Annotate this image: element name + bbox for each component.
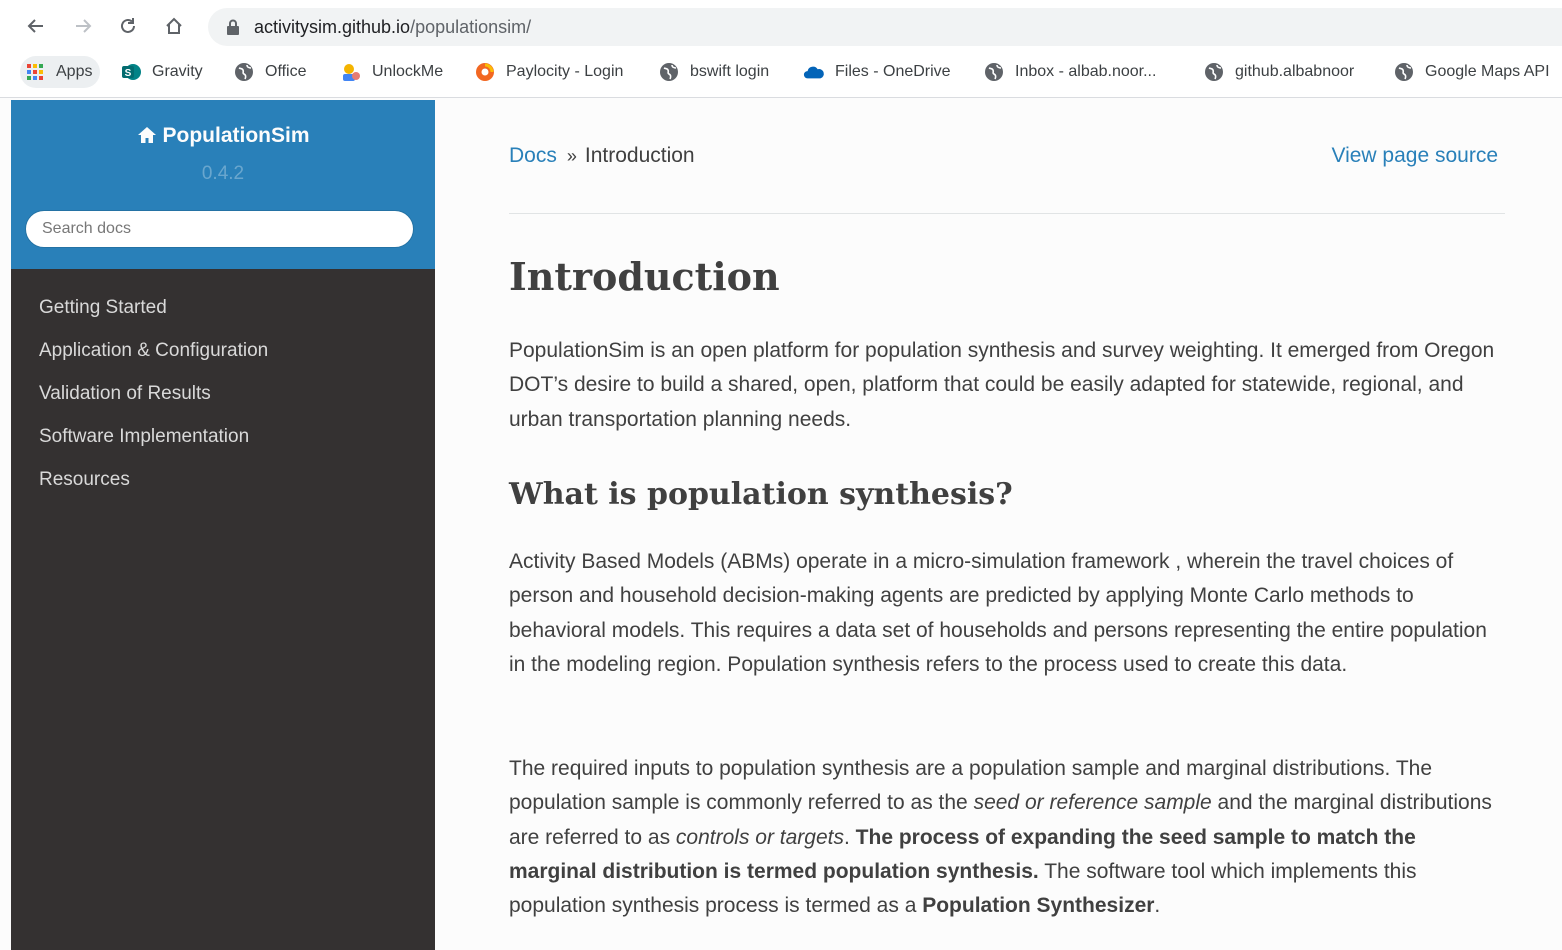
paylocity-icon (474, 61, 496, 83)
emphasis-controls-targets: controls or targets (675, 825, 844, 849)
breadcrumb-separator: » (566, 146, 577, 166)
globe-icon (983, 61, 1005, 83)
bookmark-label: UnlockMe (372, 63, 444, 80)
home-icon[interactable] (160, 12, 188, 40)
sidebar-header: PopulationSim 0.4.2 (11, 100, 435, 269)
sharepoint-icon: S (120, 61, 142, 83)
breadcrumb-docs-link[interactable]: Docs (509, 144, 557, 167)
bookmark-bswift[interactable]: bswift login (658, 56, 769, 88)
bookmark-label: bswift login (690, 63, 770, 80)
divider (509, 213, 1505, 214)
address-bar[interactable]: activitysim.github.io/populationsim/ (208, 8, 1562, 46)
text-run: . (844, 825, 856, 849)
globe-icon (658, 61, 680, 83)
project-home-link[interactable]: PopulationSim (11, 124, 435, 148)
back-arrow-icon[interactable] (22, 12, 50, 40)
globe-icon (233, 61, 255, 83)
project-version: 0.4.2 (201, 163, 245, 184)
search-docs-input[interactable] (25, 210, 414, 248)
emphasis-seed-sample: seed or reference sample (973, 791, 1212, 815)
intro-paragraph: PopulationSim is an open platform for po… (509, 339, 1495, 431)
globe-icon (1393, 61, 1415, 83)
bookmark-label: Google Maps API (1425, 63, 1550, 80)
onedrive-cloud-icon (803, 61, 825, 83)
reload-icon[interactable] (114, 12, 142, 40)
page-title: Introduction (509, 254, 780, 299)
bookmark-label: github.albabnoor (1235, 63, 1355, 80)
bookmark-onedrive[interactable]: Files - OneDrive (803, 56, 951, 88)
browser-toolbar: activitysim.github.io/populationsim/ (0, 0, 1562, 52)
home-icon (137, 124, 157, 148)
url-path: /populationsim/ (410, 16, 532, 37)
view-page-source-link[interactable]: View page source (1331, 144, 1498, 168)
unlockme-icon (340, 61, 362, 83)
sidebar-item-getting-started[interactable]: Getting Started (11, 286, 435, 329)
apps-grid-icon (24, 61, 46, 83)
bookmark-label: Files - OneDrive (835, 63, 951, 80)
bookmark-label: Office (265, 63, 307, 80)
bookmark-inbox[interactable]: Inbox - albab.noor... (983, 56, 1156, 88)
bookmark-office[interactable]: Office (233, 56, 307, 88)
bookmark-apps[interactable]: Apps (20, 56, 101, 88)
sidebar-menu: Getting Started Application & Configurat… (11, 286, 435, 501)
sidebar-item-validation-of-results[interactable]: Validation of Results (11, 372, 435, 415)
bookmark-github[interactable]: github.albabnoor (1203, 56, 1354, 88)
breadcrumb-current: Introduction (584, 144, 695, 167)
breadcrumb: Docs » Introduction (509, 144, 695, 168)
url-domain: activitysim.github.io (254, 16, 411, 37)
globe-icon (1203, 61, 1225, 83)
svg-text:S: S (125, 68, 132, 79)
bookmarks-bar: Apps S Gravity Office UnlockMe Paylocity… (0, 52, 1562, 98)
docs-sidebar: PopulationSim 0.4.2 Getting Started Appl… (11, 100, 435, 950)
section-heading: What is population synthesis? (509, 477, 1013, 512)
sidebar-item-application-configuration[interactable]: Application & Configuration (11, 329, 435, 372)
bookmark-label: Inbox - albab.noor... (1015, 63, 1157, 80)
forward-arrow-icon[interactable] (69, 12, 97, 40)
section-paragraph-2: The required inputs to population synthe… (509, 752, 1509, 923)
section-paragraph-1: Activity Based Models (ABMs) operate in … (509, 550, 1487, 676)
bookmark-label: Paylocity - Login (506, 63, 624, 80)
text-run: . (1154, 894, 1161, 918)
bookmark-label: Apps (56, 63, 93, 80)
lock-icon (227, 19, 239, 35)
bookmark-label: Gravity (152, 63, 203, 80)
sidebar-item-software-implementation[interactable]: Software Implementation (11, 415, 435, 458)
project-name: PopulationSim (162, 124, 310, 147)
bookmark-unlockme[interactable]: UnlockMe (340, 56, 443, 88)
bookmark-paylocity[interactable]: Paylocity - Login (474, 56, 623, 88)
bookmark-google-maps-api[interactable]: Google Maps API (1393, 56, 1550, 88)
bookmark-gravity[interactable]: S Gravity (120, 56, 203, 88)
bold-population-synthesizer: Population Synthesizer (922, 894, 1155, 918)
sidebar-item-resources[interactable]: Resources (11, 458, 435, 501)
